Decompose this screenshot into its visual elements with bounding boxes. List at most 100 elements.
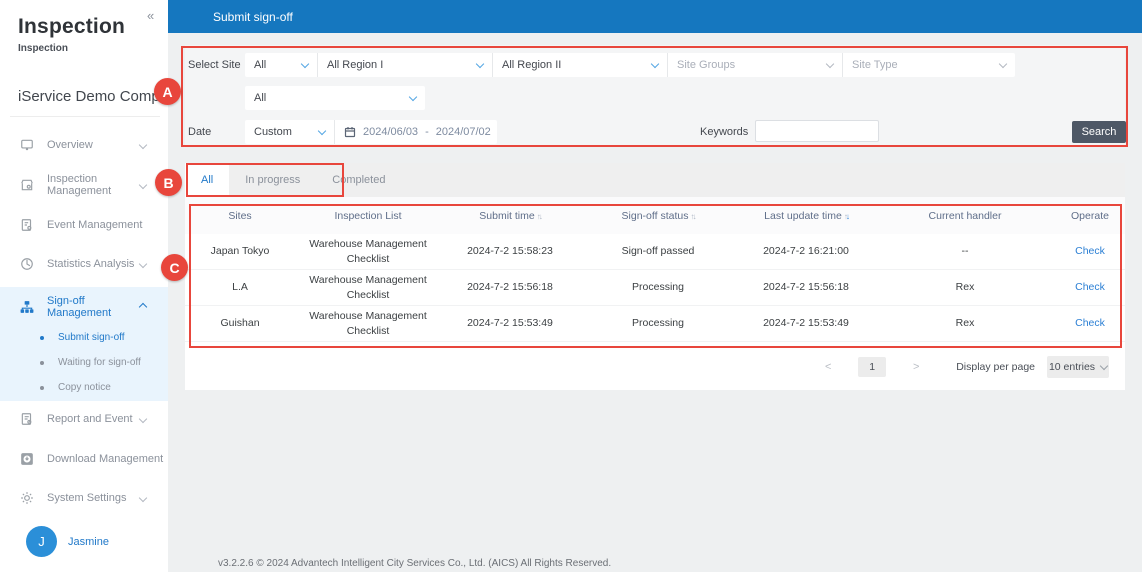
cell-submit-time: 2024-7-2 15:56:18 — [441, 280, 579, 294]
region2-select[interactable]: All Region II — [493, 53, 668, 77]
sidebar-item-inspection-management[interactable]: Inspection Management — [0, 165, 168, 205]
sidebar-item-event-management[interactable]: Event Management — [0, 205, 168, 245]
sort-icon[interactable]: ↑↓ — [690, 212, 694, 221]
company-selector[interactable]: iService Demo Comp — [18, 88, 158, 105]
sidebar-item-label: System Settings — [47, 492, 140, 504]
cell-handler: -- — [875, 244, 1055, 258]
page-title: Submit sign-off — [213, 10, 293, 24]
check-link[interactable]: Check — [1055, 280, 1125, 294]
sort-icon[interactable]: ↑↓ — [844, 212, 848, 221]
sidebar-item-statistics-analysis[interactable]: Statistics Analysis — [0, 244, 168, 284]
sidebar-item-system-settings[interactable]: System Settings — [0, 478, 168, 518]
sidebar-subitem-copy-notice[interactable]: Copy notice — [0, 375, 168, 400]
cell-last-update: 2024-7-2 16:21:00 — [737, 244, 875, 258]
chevron-down-icon — [1100, 361, 1108, 369]
cell-inspection-list: Warehouse Management Checklist — [295, 309, 441, 337]
signoff-management-icon — [20, 300, 34, 314]
date-label: Date — [188, 126, 211, 138]
region1-value: All Region I — [327, 59, 383, 71]
date-from-value: 2024/06/03 — [363, 126, 418, 138]
calendar-icon — [344, 126, 356, 138]
sidebar: « Inspection Inspection iService Demo Co… — [0, 0, 168, 572]
col-last-update-time[interactable]: Last update time↑↓ — [737, 210, 875, 222]
sidebar-item-overview[interactable]: Overview — [0, 125, 168, 165]
cell-last-update: 2024-7-2 15:56:18 — [737, 280, 875, 294]
site-select[interactable]: All — [245, 53, 318, 77]
region1-select[interactable]: All Region I — [318, 53, 493, 77]
sidebar-subitem-submit-sign-off[interactable]: Submit sign-off — [0, 325, 168, 350]
keywords-input[interactable] — [755, 120, 879, 142]
site-type-placeholder: Site Type — [852, 59, 898, 71]
statistics-analysis-icon — [20, 257, 34, 271]
site-type-select[interactable]: Site Type — [843, 53, 1015, 77]
cell-handler: Rex — [875, 316, 1055, 330]
select-site-label: Select Site — [188, 59, 241, 71]
app-subtitle: Inspection — [18, 43, 68, 54]
chevron-down-icon — [318, 126, 326, 134]
chevron-down-icon — [139, 181, 147, 189]
sort-icon[interactable]: ↑↓ — [537, 212, 541, 221]
col-sites: Sites — [185, 210, 295, 222]
tab-completed[interactable]: Completed — [316, 163, 401, 197]
site-groups-select[interactable]: Site Groups — [668, 53, 843, 77]
next-page-button[interactable]: > — [904, 357, 928, 377]
col-operate: Operate — [1055, 210, 1125, 222]
cell-status: Processing — [579, 280, 737, 294]
app-title: Inspection — [18, 15, 125, 39]
table-row: L.A Warehouse Management Checklist 2024-… — [185, 270, 1125, 306]
divider — [10, 116, 160, 117]
chevron-down-icon — [651, 59, 659, 67]
copyright-footer: v3.2.2.6 © 2024 Advantech Intelligent Ci… — [218, 558, 611, 569]
sidebar-item-label: Statistics Analysis — [47, 258, 140, 270]
cell-status: Processing — [579, 316, 737, 330]
check-link[interactable]: Check — [1055, 244, 1125, 258]
bullet-icon — [40, 386, 44, 390]
tab-all[interactable]: All — [185, 163, 229, 197]
cell-submit-time: 2024-7-2 15:58:23 — [441, 244, 579, 258]
date-mode-value: Custom — [254, 126, 292, 138]
col-submit-time[interactable]: Submit time↑↓ — [441, 210, 579, 222]
site-sub-value: All — [254, 92, 266, 104]
site-sub-select[interactable]: All — [245, 86, 425, 110]
event-management-icon — [20, 218, 34, 232]
region2-value: All Region II — [502, 59, 561, 71]
user-avatar[interactable]: J — [26, 526, 57, 557]
system-settings-icon — [20, 491, 34, 505]
date-to-value: 2024/07/02 — [436, 126, 491, 138]
date-mode-select[interactable]: Custom — [245, 120, 335, 144]
sidebar-item-label: Sign-off Management — [47, 295, 140, 319]
chevron-down-icon — [139, 141, 147, 149]
sidebar-item-report-and-event[interactable]: Report and Event — [0, 399, 168, 439]
sidebar-subitem-label: Copy notice — [58, 382, 111, 393]
search-button[interactable]: Search — [1072, 121, 1126, 143]
col-sign-off-status[interactable]: Sign-off status↑↓ — [579, 210, 737, 222]
tab-in-progress[interactable]: In progress — [229, 163, 316, 197]
cell-handler: Rex — [875, 280, 1055, 294]
sidebar-item-download-management[interactable]: Download Management — [0, 439, 168, 479]
col-current-handler: Current handler — [875, 210, 1055, 222]
sidebar-collapse-icon[interactable]: « — [147, 8, 154, 23]
cell-status: Sign-off passed — [579, 244, 737, 258]
sidebar-subitem-label: Waiting for sign-off — [58, 357, 141, 368]
bullet-icon — [40, 336, 44, 340]
entries-per-page-select[interactable]: 10 entries — [1047, 356, 1109, 378]
prev-page-button[interactable]: < — [816, 357, 840, 377]
company-name: iService Demo Comp — [18, 88, 160, 105]
sidebar-item-signoff-management[interactable]: Sign-off Management — [0, 287, 168, 327]
check-link[interactable]: Check — [1055, 316, 1125, 330]
keywords-label: Keywords — [700, 126, 748, 138]
chevron-down-icon — [162, 92, 170, 100]
filter-panel: Select Site All All Region I All Region … — [185, 45, 1125, 147]
inspection-management-icon — [20, 178, 34, 192]
chevron-up-icon — [139, 303, 147, 311]
sidebar-item-label: Inspection Management — [47, 173, 140, 197]
date-filter-bar: Custom 2024/06/03 - 2024/07/02 — [245, 120, 497, 144]
cell-submit-time: 2024-7-2 15:53:49 — [441, 316, 579, 330]
results-panel: All In progress Completed Sites Inspecti… — [185, 163, 1125, 390]
sidebar-subitem-waiting-for-sign-off[interactable]: Waiting for sign-off — [0, 350, 168, 375]
table-row: Japan Tokyo Warehouse Management Checkli… — [185, 234, 1125, 270]
chevron-down-icon — [999, 59, 1007, 67]
display-per-page-label: Display per page — [956, 361, 1035, 373]
page-number[interactable]: 1 — [858, 357, 886, 377]
date-range-picker[interactable]: 2024/06/03 - 2024/07/02 — [335, 120, 497, 144]
